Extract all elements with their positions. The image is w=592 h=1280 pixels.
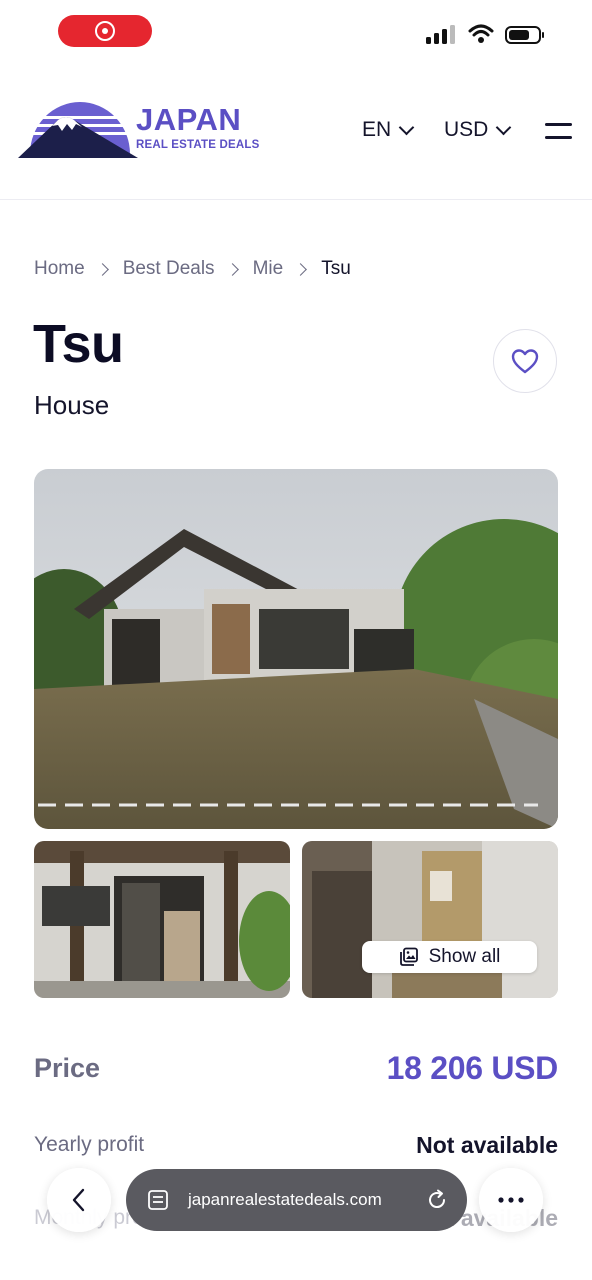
show-all-label: Show all bbox=[428, 946, 501, 967]
more-options-button[interactable] bbox=[479, 1168, 543, 1232]
bottom-fade bbox=[0, 1262, 592, 1280]
heart-icon bbox=[511, 349, 539, 374]
price-label: Price bbox=[34, 1052, 101, 1083]
back-arrow-icon bbox=[72, 1188, 85, 1212]
image-carousel-indicator bbox=[38, 803, 538, 807]
breadcrumb-current: Tsu bbox=[321, 258, 351, 279]
show-all-photos-button[interactable]: Show all bbox=[362, 941, 537, 973]
yearly-profit-label: Yearly profit bbox=[34, 1133, 145, 1156]
site-logo[interactable]: JAPAN REAL ESTATE DEALS bbox=[18, 96, 259, 160]
breadcrumb-mie[interactable]: Mie bbox=[253, 258, 284, 280]
breadcrumb: Home Best Deals Mie Tsu bbox=[34, 258, 351, 280]
chevron-down-icon bbox=[398, 119, 415, 135]
status-bar bbox=[0, 0, 592, 62]
property-type: House bbox=[34, 390, 110, 420]
page-title: Tsu bbox=[33, 314, 124, 374]
battery-icon bbox=[505, 26, 544, 44]
yearly-profit-row: Yearly profit Not available bbox=[34, 1129, 558, 1161]
currency-label: USD bbox=[444, 118, 489, 141]
logo-wordmark: JAPAN bbox=[136, 102, 242, 137]
price-row: Price 18 206 USD bbox=[34, 1046, 558, 1090]
price-value: 18 206 USD bbox=[386, 1049, 559, 1086]
favorite-button[interactable] bbox=[493, 329, 557, 393]
main-property-photo[interactable] bbox=[34, 469, 558, 829]
screen-record-indicator[interactable] bbox=[58, 15, 152, 47]
record-icon bbox=[95, 21, 115, 41]
entrance-photo-thumbnail[interactable] bbox=[34, 841, 290, 998]
chevron-right-icon bbox=[95, 262, 109, 276]
reload-icon[interactable] bbox=[426, 1189, 448, 1211]
chevron-down-icon bbox=[496, 119, 512, 135]
language-label: EN bbox=[362, 118, 392, 141]
hamburger-menu-icon[interactable] bbox=[545, 123, 572, 141]
mount-fuji-logo-icon bbox=[18, 102, 138, 158]
breadcrumb-best-deals[interactable]: Best Deals bbox=[123, 258, 215, 280]
logo-tagline: REAL ESTATE DEALS bbox=[136, 139, 260, 151]
address-bar[interactable]: japanrealestatedeals.com bbox=[126, 1169, 467, 1231]
language-selector[interactable]: EN bbox=[362, 118, 415, 142]
interior-photo-thumbnail[interactable]: Show all bbox=[302, 841, 558, 998]
wifi-icon bbox=[468, 24, 494, 43]
tabs-icon bbox=[148, 1190, 168, 1210]
yearly-profit-value: Not available bbox=[416, 1131, 558, 1158]
more-icon bbox=[498, 1197, 524, 1203]
back-button[interactable] bbox=[47, 1168, 111, 1232]
signal-icon bbox=[426, 25, 455, 44]
url-text: japanrealestatedeals.com bbox=[188, 1190, 382, 1209]
gallery-icon bbox=[399, 947, 418, 966]
chevron-right-icon bbox=[294, 262, 308, 276]
currency-selector[interactable]: USD bbox=[444, 118, 512, 142]
site-header: JAPAN REAL ESTATE DEALS EN USD bbox=[0, 62, 592, 200]
chevron-right-icon bbox=[225, 262, 239, 276]
breadcrumb-home[interactable]: Home bbox=[34, 258, 85, 280]
